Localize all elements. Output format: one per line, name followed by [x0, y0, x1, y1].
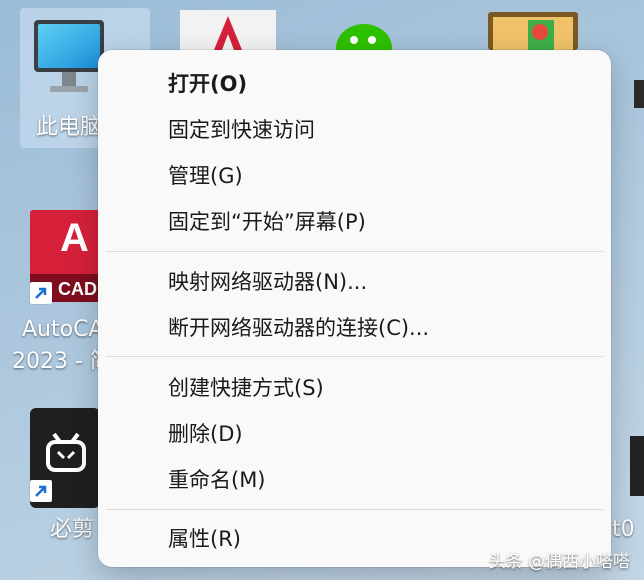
this-pc-label: 此电脑: [36, 115, 103, 140]
menu-item-create-shortcut[interactable]: 创建快捷方式(S): [168, 368, 324, 408]
menu-item-open[interactable]: 打开(O): [168, 64, 247, 104]
menu-separator: [106, 509, 603, 510]
this-pc-icon[interactable]: [30, 16, 108, 100]
bijian-label: 必剪: [50, 517, 95, 542]
menu-item-pin-start[interactable]: 固定到“开始”屏幕(P): [168, 202, 366, 242]
photo-app-icon[interactable]: [488, 12, 578, 50]
shortcut-arrow-icon: [30, 282, 52, 304]
autocad-top-icon[interactable]: [180, 10, 276, 50]
menu-item-properties[interactable]: 属性(R): [168, 519, 241, 559]
watermark: 头条 @偶西小嗒嗒: [488, 552, 630, 572]
autocad-label-line2: 2023 - 简: [12, 349, 112, 374]
shortcut-arrow-icon: [30, 480, 52, 502]
autocad-icon-letter: A: [60, 216, 89, 260]
menu-separator: [106, 251, 603, 252]
wechat-icon[interactable]: [334, 18, 404, 72]
menu-item-delete[interactable]: 删除(D): [168, 414, 243, 454]
menu-item-pin-quick-access[interactable]: 固定到快速访问: [168, 110, 315, 150]
menu-separator: [106, 356, 603, 357]
autocad-icon-sub: CAD: [58, 279, 97, 299]
right-edge-icon[interactable]: [634, 80, 644, 108]
menu-item-manage[interactable]: 管理(G): [168, 156, 243, 196]
menu-item-disconnect-network-drive[interactable]: 断开网络驱动器的连接(C)...: [168, 308, 429, 348]
menu-item-map-network-drive[interactable]: 映射网络驱动器(N)...: [168, 262, 367, 302]
right-edge-label: t0: [612, 517, 635, 542]
right-edge-icon[interactable]: [630, 436, 644, 496]
menu-item-rename[interactable]: 重命名(M): [168, 460, 266, 500]
context-menu: 打开(O) 固定到快速访问 管理(G) 固定到“开始”屏幕(P) 映射网络驱动器…: [98, 50, 611, 567]
